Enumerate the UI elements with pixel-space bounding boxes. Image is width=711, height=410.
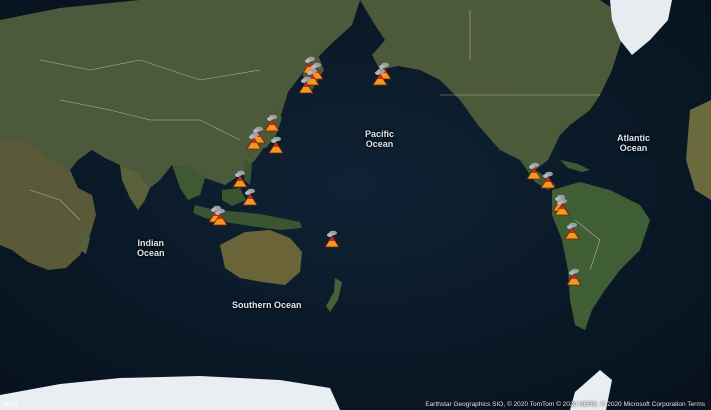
volcano-icon[interactable] bbox=[540, 171, 556, 189]
volcano-icon[interactable] bbox=[554, 198, 570, 216]
southern-ocean-label: Southern Ocean bbox=[232, 300, 302, 310]
pacific-ocean-label: Pacific Ocean bbox=[365, 129, 395, 149]
volcano-icon[interactable] bbox=[566, 268, 582, 286]
volcano-icon[interactable] bbox=[298, 76, 314, 94]
volcano-icon[interactable] bbox=[268, 136, 284, 154]
volcano-icon[interactable] bbox=[564, 222, 580, 240]
volcano-icon[interactable] bbox=[246, 132, 262, 150]
map-base bbox=[0, 0, 711, 410]
volcano-icon[interactable] bbox=[324, 230, 340, 248]
volcano-icon[interactable] bbox=[372, 68, 388, 86]
volcano-icon[interactable] bbox=[212, 208, 228, 226]
atlantic-ocean-label: Atlantic Ocean bbox=[617, 133, 651, 153]
volcano-icon[interactable] bbox=[232, 170, 248, 188]
indian-ocean-label: Indian Ocean bbox=[137, 238, 165, 258]
bing-logo[interactable]: Bing bbox=[4, 401, 18, 408]
map-attribution[interactable]: Earthstar Geographics SIO, © 2020 TomTom… bbox=[425, 401, 705, 408]
volcano-icon[interactable] bbox=[242, 188, 258, 206]
map-view[interactable]: Pacific Ocean Atlantic Ocean Indian Ocean S… bbox=[0, 0, 711, 410]
volcano-icon[interactable] bbox=[264, 114, 280, 132]
